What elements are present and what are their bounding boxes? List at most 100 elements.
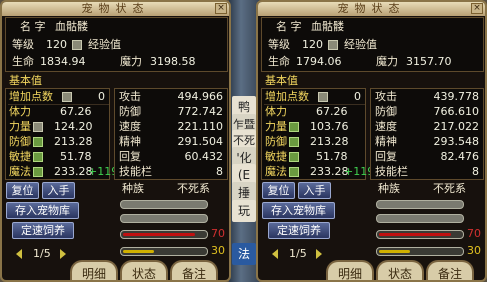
stat-label-str: 力量 — [9, 120, 31, 133]
points-icon — [62, 92, 72, 102]
stat-label-vit: 体力 — [9, 105, 31, 118]
stat-value-def: 213.28 — [310, 135, 349, 148]
bg-text-fragment: 法 — [232, 243, 256, 265]
mp-bar-value: 30 — [211, 244, 225, 257]
race-label: 种族 — [378, 182, 400, 195]
plus-icon[interactable] — [289, 122, 299, 132]
attr-label: 攻击 — [119, 90, 141, 103]
get-button[interactable]: 入手 — [298, 182, 331, 199]
prev-page-arrow-icon[interactable] — [272, 249, 278, 259]
attr-value: 766.610 — [433, 105, 480, 118]
get-button[interactable]: 入手 — [42, 182, 75, 199]
stat-label-str: 力量 — [265, 120, 287, 133]
window-title: 宠物状态 — [2, 2, 229, 16]
plus-icon[interactable] — [289, 167, 299, 177]
next-page-arrow-icon[interactable] — [316, 249, 322, 259]
tab-details[interactable]: 明细 — [70, 260, 118, 280]
tab-details[interactable]: 明细 — [326, 260, 374, 280]
recall-button[interactable]: 复位 — [262, 182, 295, 199]
level-value: 120 — [302, 38, 323, 51]
plus-icon[interactable] — [33, 152, 43, 162]
stat-value-mag: 233.28 — [310, 165, 349, 178]
stat-value-vit: 67.26 — [60, 105, 92, 118]
hp-bar-value: 70 — [211, 227, 225, 240]
tab-notes[interactable]: 备注 — [426, 260, 474, 280]
attr-label: 防御 — [119, 105, 141, 118]
hp-value: 1834.94 — [40, 55, 86, 68]
points-icon — [318, 92, 328, 102]
feed-button[interactable]: 定速饲养 — [12, 222, 74, 239]
mp-label: 魔力 — [376, 55, 398, 68]
pet-info-box: 名 字 血骷髅 等级 120 经验值 生命 1794.06 魔力 3157.70 — [261, 17, 484, 72]
stat-label-agi: 敏捷 — [9, 150, 31, 163]
attr-label: 防御 — [375, 105, 397, 118]
race-value: 不死系 — [177, 182, 210, 195]
stat-value-agi: 51.78 — [60, 150, 92, 163]
level-value: 120 — [46, 38, 67, 51]
attr-value: 772.742 — [177, 105, 224, 118]
stat-points-value: 0 — [354, 90, 361, 103]
race-label: 种族 — [122, 182, 144, 195]
store-pet-button[interactable]: 存入宠物库 — [6, 202, 79, 219]
tab-status[interactable]: 状态 — [376, 260, 424, 280]
hp-bar — [120, 230, 208, 239]
stat-value-vit: 67.26 — [316, 105, 348, 118]
attr-label: 精神 — [375, 135, 397, 148]
store-pet-button[interactable]: 存入宠物库 — [262, 202, 335, 219]
pet-info-box: 名 字 血骷髅 等级 120 经验值 生命 1834.94 魔力 3198.58 — [5, 17, 228, 72]
level-label: 等级 — [268, 38, 290, 51]
pet-status-window-2: 宠物状态 × 名 字 血骷髅 等级 120 经验值 生命 1794.06 魔力 … — [256, 0, 487, 282]
plus-icon[interactable] — [33, 122, 43, 132]
exp-label: 经验值 — [344, 38, 377, 51]
level-label: 等级 — [12, 38, 34, 51]
mp-bar-fill — [123, 250, 154, 253]
base-stats-box: 增加点数 0 体力 67.26 力量 103.76 防御 213.28 敏捷 5… — [261, 88, 374, 180]
feed-button[interactable]: 定速饲养 — [268, 222, 330, 239]
base-stats-box: 增加点数 0 体力 67.26 力量 124.20 防御 213.28 敏捷 5… — [5, 88, 118, 180]
stat-label-agi: 敏捷 — [265, 150, 287, 163]
tab-notes[interactable]: 备注 — [170, 260, 218, 280]
window-title: 宠物状态 — [258, 2, 485, 16]
equip-slot[interactable] — [376, 214, 464, 223]
page-indicator: 1/5 — [33, 247, 51, 260]
name-label: 名 字 — [20, 20, 46, 33]
race-value: 不死系 — [433, 182, 466, 195]
attr-label: 技能栏 — [375, 165, 408, 178]
equip-slot[interactable] — [120, 200, 208, 209]
attr-value: 293.548 — [433, 135, 480, 148]
derived-stats-box: 攻击 439.778 防御 766.610 速度 217.022 精神 293.… — [370, 88, 484, 180]
recall-button[interactable]: 复位 — [6, 182, 39, 199]
stat-points-value: 0 — [98, 90, 105, 103]
stat-label-def: 防御 — [9, 135, 31, 148]
plus-icon[interactable] — [33, 167, 43, 177]
stat-label-mag: 魔法 — [9, 165, 31, 178]
equip-slot[interactable] — [120, 214, 208, 223]
background-window-strip: 鸭 乍暨 不死 '化 (E 捶 玩 法 — [229, 0, 259, 282]
hp-bar-fill — [123, 233, 196, 236]
stat-label-mag: 魔法 — [265, 165, 287, 178]
attr-label: 攻击 — [375, 90, 397, 103]
basic-values-label: 基本值 — [265, 74, 298, 87]
attr-value: 217.022 — [433, 120, 480, 133]
attr-label: 技能栏 — [119, 165, 152, 178]
plus-icon[interactable] — [33, 137, 43, 147]
derived-stats-box: 攻击 494.966 防御 772.742 速度 221.110 精神 291.… — [114, 88, 228, 180]
prev-page-arrow-icon[interactable] — [16, 249, 22, 259]
stat-label-def: 防御 — [265, 135, 287, 148]
tab-status[interactable]: 状态 — [120, 260, 168, 280]
stat-value-str: 124.20 — [54, 120, 93, 133]
attr-label: 速度 — [375, 120, 397, 133]
equip-slot[interactable] — [376, 200, 464, 209]
plus-icon[interactable] — [289, 137, 299, 147]
level-icon — [72, 40, 82, 50]
close-button[interactable]: × — [471, 3, 483, 14]
attr-value: 494.966 — [177, 90, 224, 103]
attr-value: 221.110 — [177, 120, 224, 133]
bg-text-fragment: 玩 — [232, 200, 256, 222]
attr-value: 82.476 — [440, 150, 480, 163]
name-label: 名 字 — [276, 20, 302, 33]
close-button[interactable]: × — [215, 3, 227, 14]
next-page-arrow-icon[interactable] — [60, 249, 66, 259]
plus-icon[interactable] — [289, 152, 299, 162]
attr-value: 291.504 — [177, 135, 224, 148]
